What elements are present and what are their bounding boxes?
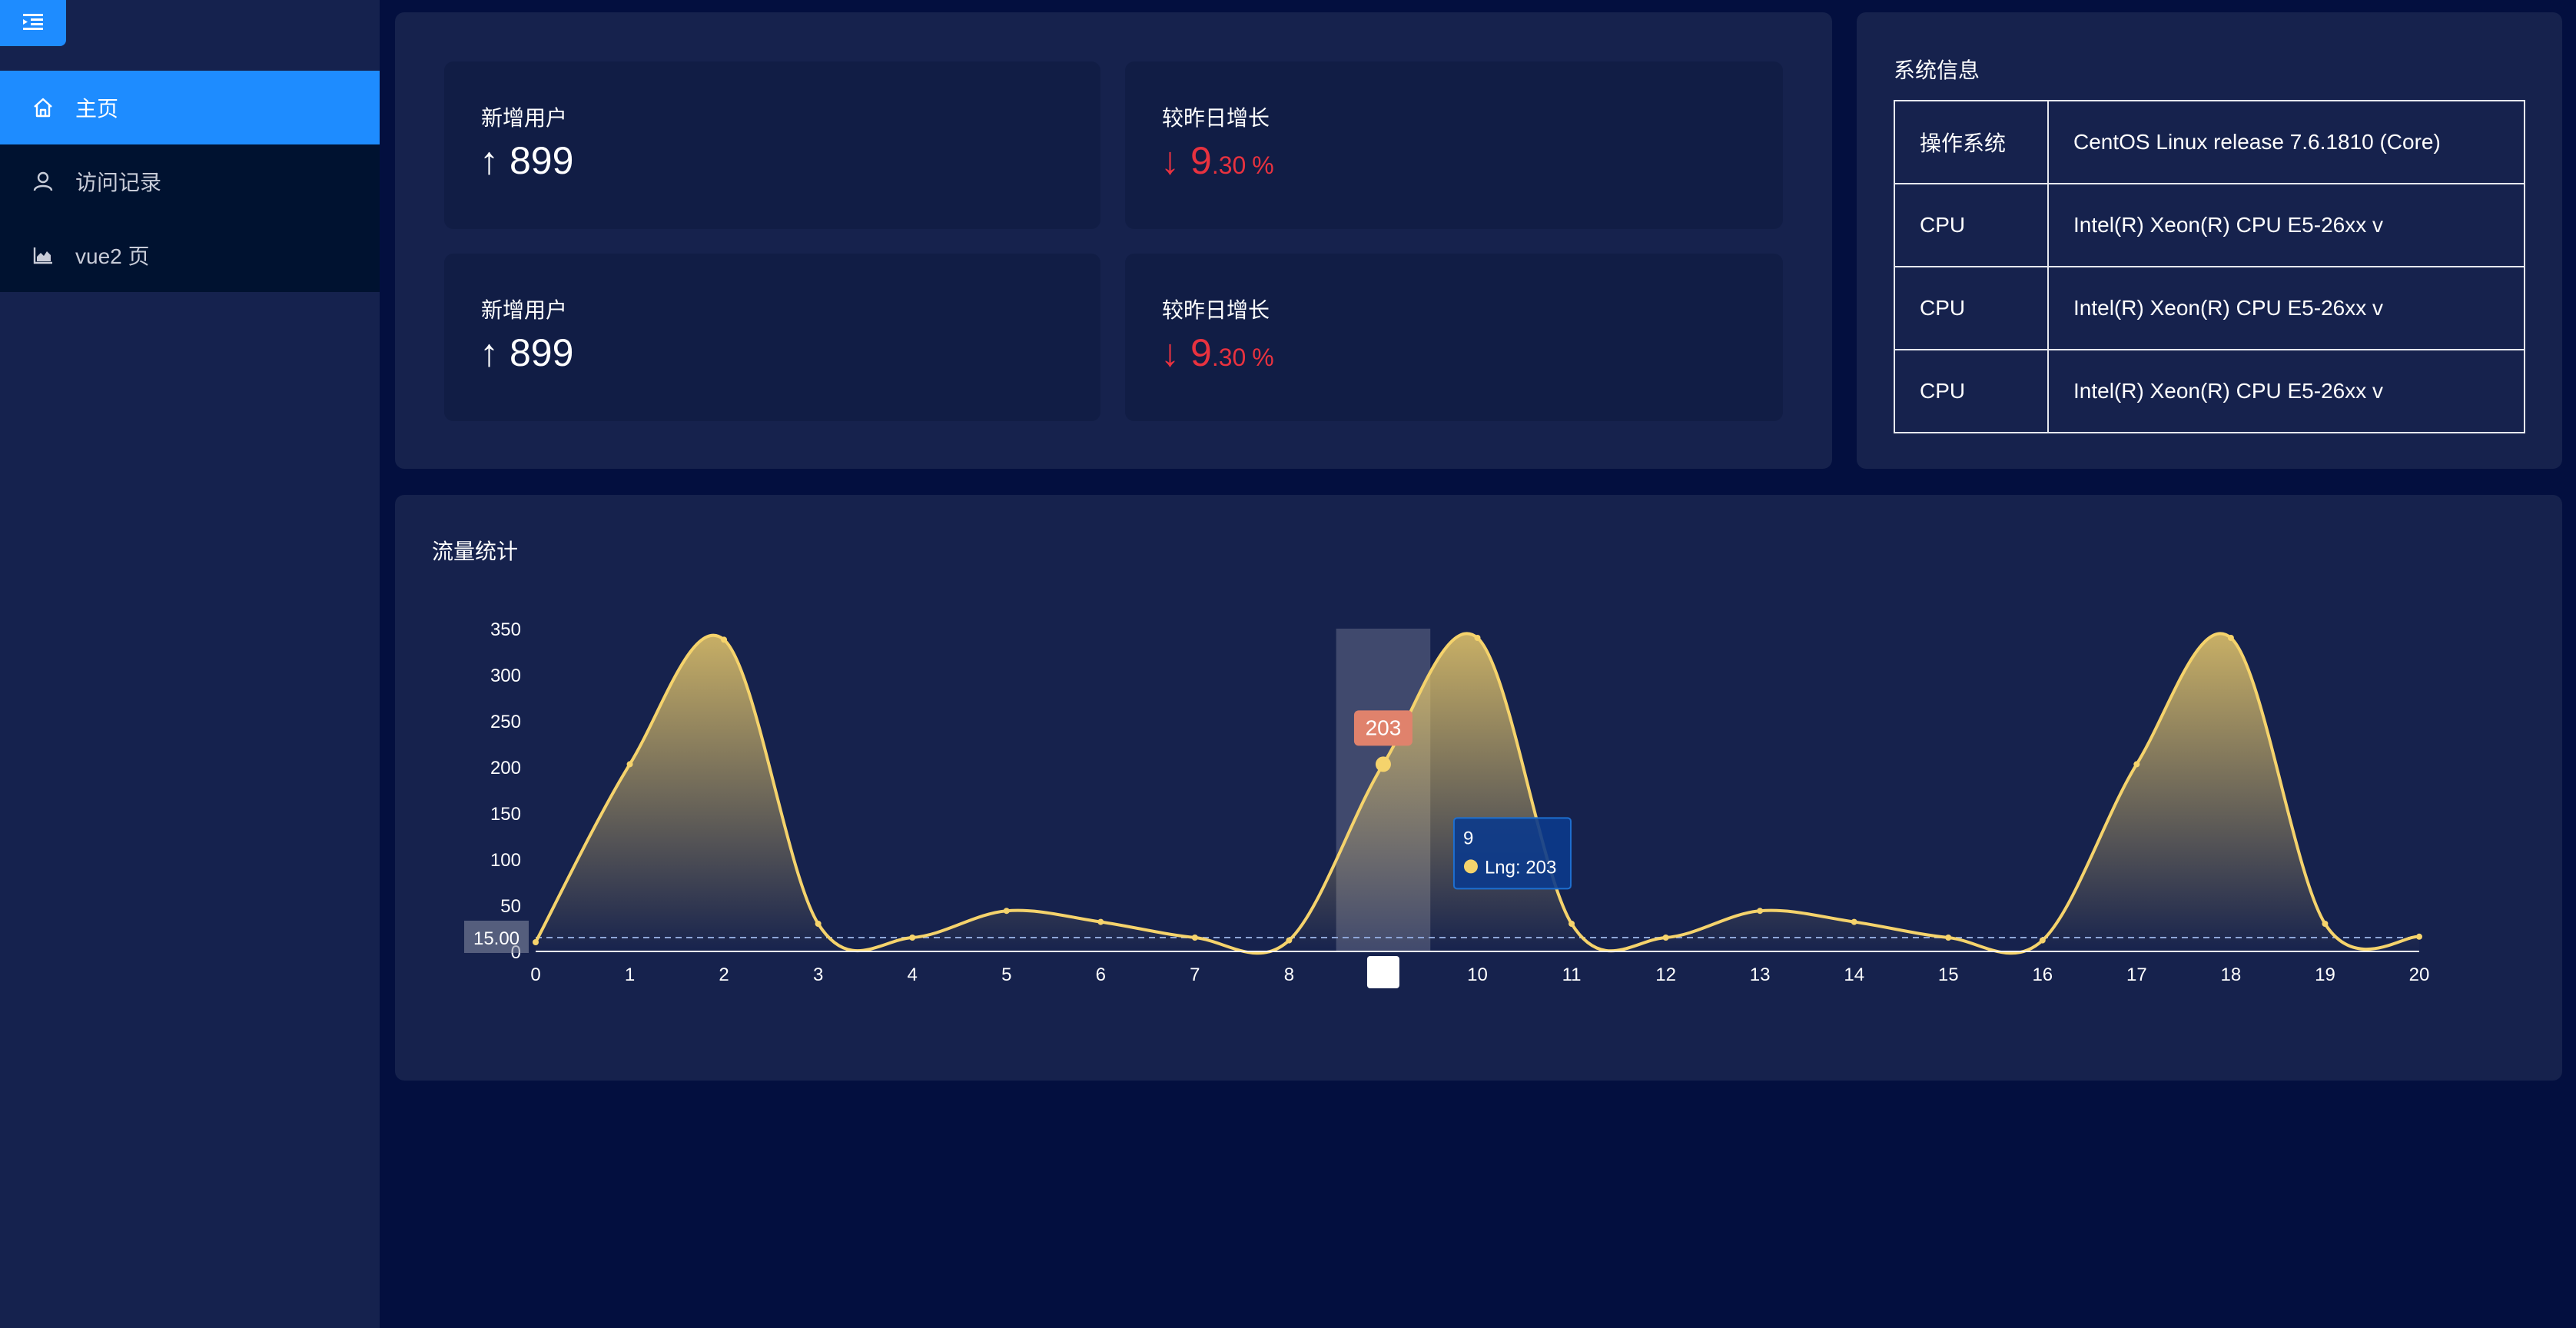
table-row: CPU Intel(R) Xeon(R) CPU E5-26xx v [1894,183,2525,267]
table-cell-key: 操作系统 [1894,100,2049,184]
stat-card-growth: 较昨日增长 ↓ 9 .30 % [1125,254,1783,421]
home-icon [32,96,55,119]
sidebar-nav: 主页 访问记录 vue2 页 [0,71,380,292]
user-icon [32,170,55,193]
stat-value: ↓ 9 .30 % [1160,138,1274,183]
arrow-up-icon: ↑ [480,331,499,374]
stat-card-new-users: 新增用户 ↑ 899 [444,254,1100,421]
sidebar-item-vue2[interactable]: vue2 页 [0,218,380,292]
stat-card-new-users: 新增用户 ↑ 899 [444,61,1100,229]
sidebar-item-visits[interactable]: 访问记录 [0,144,380,218]
menu-toggle-button[interactable] [0,0,66,46]
table-row: 操作系统 CentOS Linux release 7.6.1810 (Core… [1894,100,2525,184]
sidebar-item-label: vue2 页 [75,244,150,268]
stat-number: 899 [510,139,574,182]
stat-number-int: 9 [1190,331,1212,374]
traffic-title: 流量统计 [432,540,519,563]
arrow-down-icon: ↓ [1160,139,1180,182]
arrow-up-icon: ↑ [480,139,499,182]
table-cell-key: CPU [1894,183,2049,267]
table-cell-value: CentOS Linux release 7.6.1810 (Core) [2047,100,2525,184]
table-cell-key: CPU [1894,349,2049,433]
sidebar: 主页 访问记录 vue2 页 [0,0,380,1328]
stat-number-frac: .30 [1211,344,1247,371]
stat-number-int: 9 [1190,139,1212,182]
stat-number: 899 [510,331,574,374]
stat-value: ↑ 899 [480,138,573,183]
sidebar-item-label: 主页 [75,97,119,121]
stat-unit: % [1252,344,1274,371]
table-cell-key: CPU [1894,266,2049,350]
stat-unit: % [1252,151,1274,179]
stat-value: ↓ 9 .30 % [1160,330,1274,375]
system-info-title: 系统信息 [1894,58,1980,82]
arrow-down-icon: ↓ [1160,331,1180,374]
menu-fold-icon [23,13,43,34]
sidebar-item-label: 访问记录 [75,171,162,194]
stat-label: 较昨日增长 [1162,106,1270,130]
area-chart-icon [32,244,55,267]
table-row: CPU Intel(R) Xeon(R) CPU E5-26xx v [1894,349,2525,433]
table-cell-value: Intel(R) Xeon(R) CPU E5-26xx v [2047,266,2525,350]
stat-value: ↑ 899 [480,330,573,375]
stat-label: 新增用户 [481,298,568,322]
stat-label: 较昨日增长 [1162,298,1270,322]
table-cell-value: Intel(R) Xeon(R) CPU E5-26xx v [2047,183,2525,267]
table-cell-value: Intel(R) Xeon(R) CPU E5-26xx v [2047,349,2525,433]
traffic-panel [395,495,2562,1081]
stat-card-growth: 较昨日增长 ↓ 9 .30 % [1125,61,1783,229]
stat-label: 新增用户 [481,106,568,130]
sidebar-item-home[interactable]: 主页 [0,71,380,144]
table-row: CPU Intel(R) Xeon(R) CPU E5-26xx v [1894,266,2525,350]
stat-number-frac: .30 [1211,151,1247,179]
stats-panel: 新增用户 ↑ 899 较昨日增长 ↓ 9 .30 % 新增用户 ↑ 899 较昨… [395,12,1832,469]
system-info-table: 操作系统 CentOS Linux release 7.6.1810 (Core… [1894,100,2525,433]
